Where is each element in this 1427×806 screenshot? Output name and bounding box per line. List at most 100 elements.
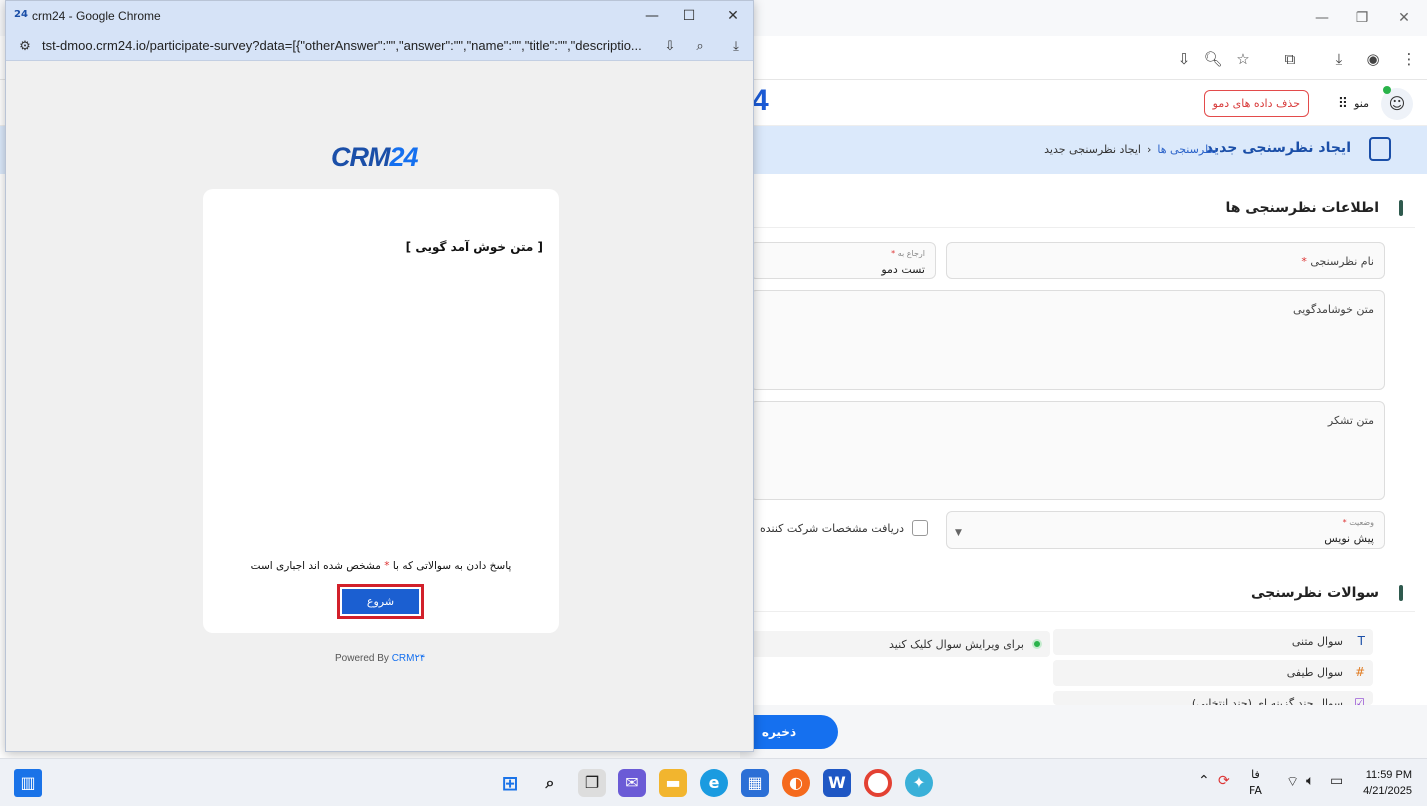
- close-icon[interactable]: ✕: [1394, 8, 1414, 28]
- grid-icon: ⠿: [1337, 95, 1349, 112]
- survey-popup-window: 24 crm24 - Google Chrome — ☐ ✕ ⚙ tst-dmo…: [5, 0, 754, 752]
- required-note: پاسخ دادن به سوالاتی که با * مشخص شده ان…: [203, 560, 559, 572]
- zoom-icon[interactable]: ⌕: [690, 37, 710, 57]
- popup-url-field[interactable]: tst-dmoo.crm24.io/participate-survey?dat…: [42, 38, 654, 53]
- survey-name-label: نام نظرسنجی: [1310, 255, 1374, 268]
- bookmark-star-icon[interactable]: ☆: [1232, 48, 1254, 70]
- required-note-part1: پاسخ دادن به سوالاتی که با: [392, 560, 512, 572]
- popup-address-bar: ⚙ tst-dmoo.crm24.io/participate-survey?d…: [6, 31, 753, 61]
- language-fa: فا: [1251, 768, 1260, 781]
- more-menu-icon[interactable]: ⋮: [1398, 48, 1420, 70]
- footer-bar: [740, 705, 1427, 758]
- download-icon[interactable]: ⤓: [1328, 48, 1350, 70]
- close-icon[interactable]: ✕: [723, 6, 743, 26]
- language-code: FA: [1249, 784, 1262, 797]
- extensions-icon[interactable]: ⧉: [1279, 48, 1301, 70]
- edge-browser-icon[interactable]: e: [700, 769, 728, 797]
- survey-name-field[interactable]: نام نظرسنجی *: [946, 242, 1385, 279]
- welcome-text: [ متن خوش آمد گویی ]: [405, 240, 543, 254]
- widgets-icon[interactable]: ▥: [14, 769, 42, 797]
- clock-date: 4/21/2025: [1363, 785, 1412, 797]
- thanks-text-label: متن تشکر: [1327, 414, 1374, 427]
- page-title: ایجاد نظرسنجی جدید: [1205, 140, 1351, 156]
- question-type-label: سوال متنی: [1291, 635, 1343, 648]
- text-question-icon: T: [1357, 634, 1365, 648]
- site-settings-icon[interactable]: ⚙: [15, 37, 35, 57]
- delete-demo-data-button[interactable]: حذف داده های دمو: [1203, 90, 1309, 117]
- minimize-icon[interactable]: —: [642, 6, 662, 26]
- clock[interactable]: 11:59 PM 4/21/2025: [1358, 767, 1412, 799]
- chevron-left-icon: ‹: [1146, 143, 1152, 156]
- crm24-logo: CRM24: [331, 142, 419, 173]
- survey-card: [ متن خوش آمد گویی ] پاسخ دادن به سوالات…: [203, 189, 559, 633]
- edit-question-hint: برای ویرایش سوال کلیک کنید: [750, 631, 1050, 657]
- survey-questions-section: سوالات نظرسنجی برای ویرایش سوال کلیک کنی…: [740, 575, 1415, 705]
- volume-icon[interactable]: 🔈︎: [1306, 773, 1314, 789]
- install-app-icon[interactable]: ⇩: [660, 37, 680, 57]
- wifi-icon[interactable]: ⌔: [1286, 773, 1299, 791]
- word-icon[interactable]: W: [823, 769, 851, 797]
- status-value: پیش نویس: [1324, 532, 1374, 545]
- referred-to-label: ارجاع به: [897, 249, 925, 258]
- breadcrumb: نظرسنجی ها ‹ ایجاد نظرسنجی جدید: [1044, 143, 1217, 156]
- online-status-dot: [1383, 86, 1391, 94]
- popup-titlebar: 24 crm24 - Google Chrome — ☐ ✕: [6, 1, 753, 31]
- popup-window-title: crm24 - Google Chrome: [32, 9, 161, 23]
- chrome-icon[interactable]: [864, 769, 892, 797]
- survey-info-section: اطلاعات نظرسنجی ها نام نظرسنجی * ارجاع ب…: [740, 190, 1415, 566]
- task-view-icon[interactable]: ❐: [578, 769, 606, 797]
- clock-time: 11:59 PM: [1365, 769, 1412, 781]
- maximize-icon[interactable]: ☐: [679, 6, 699, 26]
- status-label: وضعیت: [1349, 518, 1374, 527]
- checkbox[interactable]: [911, 520, 928, 536]
- section-marker: [1399, 585, 1403, 601]
- zoom-icon[interactable]: 🔍︎: [1202, 48, 1224, 70]
- question-type-scale[interactable]: # سوال طیفی: [1053, 660, 1373, 686]
- radio-selected-icon: [1032, 639, 1042, 649]
- file-explorer-icon[interactable]: ▬: [659, 769, 687, 797]
- section-marker: [1399, 200, 1403, 216]
- logo-number: 24: [389, 142, 419, 172]
- update-icon[interactable]: ⟳: [1218, 773, 1230, 789]
- language-indicator[interactable]: فا FA: [1249, 767, 1262, 799]
- restore-icon[interactable]: ❐: [1352, 8, 1372, 28]
- start-windows-icon[interactable]: ⊞: [496, 769, 524, 797]
- receive-participant-info-option[interactable]: دریافت مشخصات شرکت کننده: [760, 520, 928, 536]
- search-icon[interactable]: ⌕: [536, 769, 564, 797]
- firefox-icon[interactable]: ◐: [782, 769, 810, 797]
- question-type-label: سوال چند گزینه ای (چند انتخابی): [1191, 697, 1343, 705]
- profile-icon[interactable]: ◉: [1362, 48, 1384, 70]
- minimize-icon[interactable]: —: [1312, 8, 1332, 28]
- referred-to-value: تست دمو: [881, 263, 925, 276]
- teams-chat-icon[interactable]: ✉: [618, 769, 646, 797]
- powered-by-brand[interactable]: CRM۲۴: [392, 653, 426, 664]
- thanks-text-field[interactable]: متن تشکر: [750, 401, 1385, 500]
- question-type-label: سوال طیفی: [1286, 666, 1343, 679]
- windows-taskbar: ▥ ⊞ ⌕ ❐ ✉ ▬ e ▦ ◐ W ✦ ⌃ ⟳ فا FA ⌔ 🔈︎ ▭ 1…: [0, 758, 1427, 806]
- welcome-text-field[interactable]: متن خوشامدگویی: [750, 290, 1385, 390]
- question-type-multi-choice[interactable]: ☑ سوال چند گزینه ای (چند انتخابی): [1053, 691, 1373, 705]
- required-star: *: [384, 560, 390, 572]
- chevron-up-icon[interactable]: ⌃: [1198, 773, 1210, 789]
- breadcrumb-current: ایجاد نظرسنجی جدید: [1044, 143, 1141, 156]
- status-select[interactable]: وضعیت * پیش نویس ▼: [946, 511, 1385, 549]
- install-app-icon[interactable]: ⇩: [1173, 48, 1195, 70]
- start-survey-label: شروع نظرسنجی: [342, 589, 419, 633]
- section-divider: [740, 227, 1415, 228]
- app-icon[interactable]: ✦: [905, 769, 933, 797]
- battery-icon[interactable]: ▭: [1330, 773, 1343, 789]
- referred-to-field[interactable]: ارجاع به * تست دمو: [750, 242, 936, 279]
- clipboard-icon: [1369, 137, 1391, 161]
- menu-button[interactable]: منو ⠿: [1338, 90, 1369, 117]
- receive-participant-info-label: دریافت مشخصات شرکت کننده: [760, 521, 904, 535]
- welcome-text-label: متن خوشامدگویی: [1293, 303, 1374, 316]
- edit-hint-text: برای ویرایش سوال کلیک کنید: [888, 637, 1024, 651]
- scale-question-icon: #: [1354, 665, 1365, 679]
- app-logo-fragment: 4: [752, 84, 769, 117]
- download-icon[interactable]: ⤓: [726, 37, 746, 57]
- microsoft-store-icon[interactable]: ▦: [741, 769, 769, 797]
- breadcrumb-surveys-link[interactable]: نظرسنجی ها: [1157, 143, 1217, 156]
- question-type-text[interactable]: T سوال متنی: [1053, 629, 1373, 655]
- required-note-part2: مشخص شده اند اجباری است: [250, 560, 381, 572]
- start-survey-button[interactable]: شروع نظرسنجی: [337, 584, 424, 633]
